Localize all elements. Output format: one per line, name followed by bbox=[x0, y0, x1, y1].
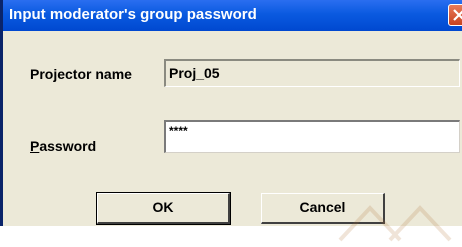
projector-name-field: Proj_05 bbox=[164, 59, 460, 87]
password-label-mnemonic: P bbox=[30, 138, 40, 154]
title-bar[interactable]: Input moderator's group password bbox=[3, 0, 462, 31]
ok-button[interactable]: OK bbox=[96, 192, 231, 225]
dialog-title: Input moderator's group password bbox=[9, 6, 257, 23]
password-label: Password bbox=[30, 138, 96, 154]
password-input[interactable]: **** bbox=[164, 120, 460, 153]
close-button[interactable] bbox=[448, 4, 462, 26]
projector-name-label: Projector name bbox=[30, 66, 132, 82]
password-dialog: Input moderator's group password Project… bbox=[0, 0, 462, 226]
password-label-rest: assword bbox=[39, 138, 97, 154]
watermark-graphic bbox=[330, 200, 462, 242]
